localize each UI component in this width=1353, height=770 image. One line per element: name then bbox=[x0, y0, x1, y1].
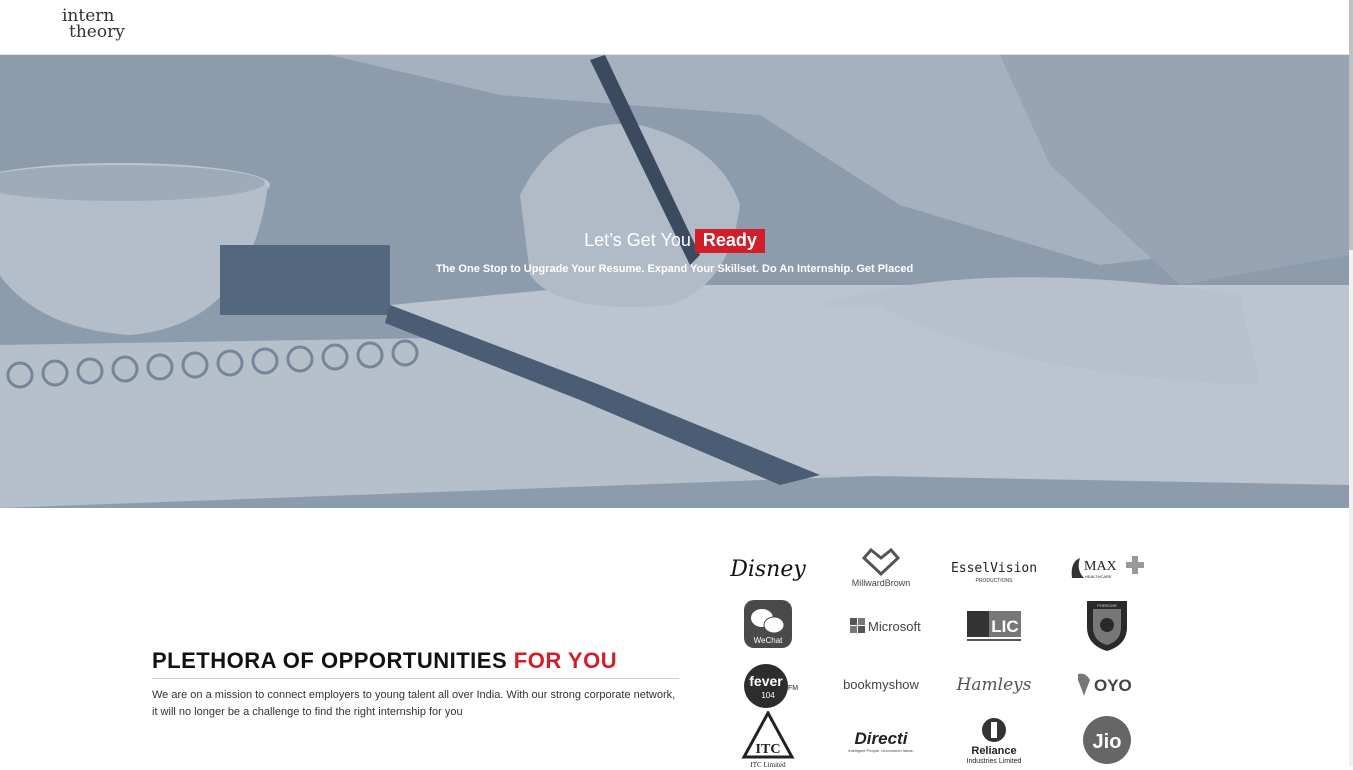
disney-logo: Disney bbox=[718, 540, 818, 595]
itc-logo-label: ITC Limited bbox=[750, 761, 786, 769]
heading-black-part: PLETHORA OF OPPORTUNITIES bbox=[152, 648, 508, 673]
microsoft-logo-label: Microsoft bbox=[868, 619, 921, 634]
partner-logos-grid: Disney MillwardBrown EsselVision PRODUCTI… bbox=[718, 540, 1178, 770]
hamleys-logo-label: Hamleys bbox=[956, 675, 1032, 695]
lic-logo-label: LIC bbox=[991, 617, 1018, 636]
fever-logo-sub: 104 bbox=[761, 691, 775, 700]
heading-red-part: FOR YOU bbox=[513, 648, 618, 673]
directi-logo-label: Directi bbox=[855, 729, 909, 748]
logo-line2: theory bbox=[69, 22, 125, 42]
opportunities-heading: PLETHORA OF OPPORTUNITIES FOR YOU bbox=[152, 648, 679, 679]
directi-logo-sub: Intelligent People. Uncommon Ideas. bbox=[848, 748, 913, 753]
hero-banner: Let’s Get You Ready The One Stop to Upgra… bbox=[0, 55, 1349, 508]
esselvision-logo: EsselVision PRODUCTIONS bbox=[944, 540, 1044, 595]
oyo-logo: OYO bbox=[1057, 656, 1157, 711]
jio-logo: Jio bbox=[1057, 712, 1157, 767]
top-navbar: intern theory bbox=[0, 0, 1349, 55]
lic-logo: LIC bbox=[944, 597, 1044, 652]
svg-text:FM: FM bbox=[788, 685, 798, 692]
hero-title: Let’s Get You Ready bbox=[0, 229, 1349, 253]
opportunities-section: PLETHORA OF OPPORTUNITIES FOR YOU We are… bbox=[152, 648, 679, 721]
directi-logo: Directi Intelligent People. Uncommon Idea… bbox=[831, 712, 931, 767]
page-scrollbar[interactable] bbox=[1349, 0, 1353, 767]
reliance-logo-sub: Industries Limited bbox=[967, 758, 1022, 765]
millwardbrown-logo: MillwardBrown bbox=[831, 540, 931, 595]
esselvision-logo-sub: PRODUCTIONS bbox=[976, 578, 1014, 584]
fever-fm-logo: fever 104 FM bbox=[718, 656, 818, 711]
millwardbrown-logo-label: MillwardBrown bbox=[852, 578, 911, 588]
hamleys-logo: Hamleys bbox=[944, 656, 1044, 711]
scrollbar-thumb[interactable] bbox=[1349, 0, 1353, 250]
porsche-logo: PORSCHE bbox=[1057, 597, 1157, 652]
esselvision-logo-label: EsselVision bbox=[951, 561, 1037, 576]
svg-text:ITC: ITC bbox=[756, 742, 781, 757]
oyo-logo-label: OYO bbox=[1094, 676, 1132, 695]
max-logo-sub: HEALTHCARE bbox=[1085, 574, 1112, 579]
microsoft-logo: Microsoft bbox=[831, 597, 931, 652]
hero-overlay bbox=[0, 55, 1349, 508]
jio-logo-label: Jio bbox=[1093, 731, 1122, 753]
hero-title-highlight: Ready bbox=[694, 229, 765, 253]
reliance-logo-label: Reliance bbox=[971, 745, 1016, 757]
hero-title-text: Let’s Get You bbox=[584, 230, 691, 250]
wechat-logo-label: WeChat bbox=[754, 636, 784, 645]
max-healthcare-logo: MAX HEALTHCARE bbox=[1057, 540, 1157, 595]
fever-logo-label: fever bbox=[749, 673, 783, 689]
itc-logo: ITC ITC Limited bbox=[718, 710, 818, 769]
opportunities-description: We are on a mission to connect employers… bbox=[152, 689, 676, 718]
reliance-logo: Reliance Industries Limited bbox=[944, 712, 1044, 767]
intern-theory-logo[interactable]: intern theory bbox=[62, 6, 132, 44]
porsche-logo-label: PORSCHE bbox=[1097, 603, 1117, 608]
disney-logo-label: Disney bbox=[729, 557, 806, 582]
max-logo-label: MAX bbox=[1084, 559, 1117, 574]
bookmyshow-logo-label: bookmyshow bbox=[843, 677, 919, 692]
bookmyshow-logo: bookmyshow bbox=[831, 656, 931, 711]
wechat-logo: WeChat bbox=[718, 597, 818, 652]
hero-subtitle: The One Stop to Upgrade Your Resume. Exp… bbox=[435, 263, 914, 275]
